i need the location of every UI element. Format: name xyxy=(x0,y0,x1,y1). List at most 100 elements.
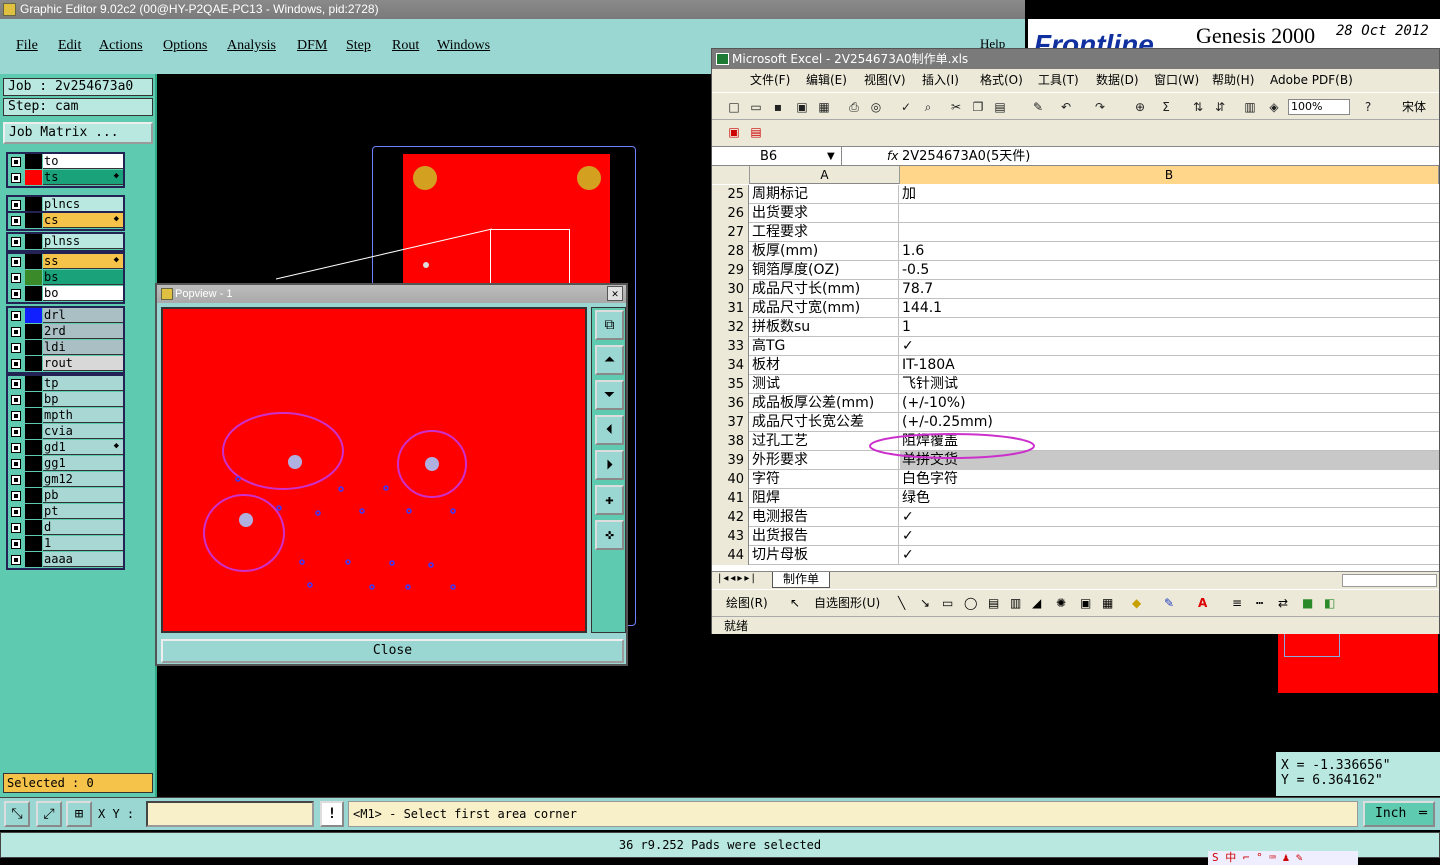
layer-color-swatch[interactable] xyxy=(25,472,42,487)
save-icon[interactable]: ▪ xyxy=(770,99,786,115)
diagram-icon[interactable]: ✺ xyxy=(1056,590,1066,616)
zoom-in-icon[interactable]: ✚ xyxy=(595,485,624,515)
units-select[interactable]: Inch ═ xyxy=(1363,801,1435,827)
layer-checkbox[interactable] xyxy=(11,475,21,485)
pan-up-icon[interactable]: ⏶ xyxy=(595,345,624,375)
layer-checkbox[interactable] xyxy=(11,507,21,517)
layer-color-swatch[interactable] xyxy=(25,552,42,567)
cell-a[interactable]: 铜箔厚度(OZ) xyxy=(750,261,899,280)
select-objects-icon[interactable]: ↖ xyxy=(790,590,800,616)
name-box[interactable]: B6 xyxy=(712,147,842,166)
layer-checkbox[interactable] xyxy=(11,379,21,389)
cell-b[interactable]: (+/-10%) xyxy=(900,394,1439,413)
cell-b[interactable] xyxy=(900,223,1439,242)
row-header[interactable]: 29 xyxy=(712,261,749,280)
layer-name[interactable]: 2rd xyxy=(43,324,123,339)
layer-row[interactable]: gm12 xyxy=(8,472,123,488)
print-icon[interactable]: ⎙ xyxy=(846,99,862,115)
cell-a[interactable]: 板材 xyxy=(750,356,899,375)
layer-name[interactable]: pb xyxy=(43,488,123,503)
layer-name[interactable]: gg1 xyxy=(43,456,123,471)
layer-checkbox[interactable] xyxy=(11,555,21,565)
layer-checkbox[interactable] xyxy=(11,491,21,501)
zoom-out-icon[interactable]: ✜ xyxy=(595,520,624,550)
excel-menu-item[interactable]: 插入(I) xyxy=(922,69,959,91)
layer-color-swatch[interactable] xyxy=(25,456,42,471)
row-header[interactable]: 27 xyxy=(712,223,749,242)
excel-menu-item[interactable]: 文件(F) xyxy=(750,69,790,91)
row-header[interactable]: 34 xyxy=(712,356,749,375)
arrow-icon[interactable]: ↘ xyxy=(920,590,930,616)
layer-row[interactable]: 1 xyxy=(8,536,123,552)
alert-icon[interactable]: ! xyxy=(320,801,344,827)
cell-a[interactable]: 工程要求 xyxy=(750,223,899,242)
layer-name[interactable]: gm12 xyxy=(43,472,123,487)
spelling-icon[interactable]: ✓ xyxy=(898,99,914,115)
excel-titlebar[interactable]: Microsoft Excel - 2V254673A0制作单.xls xyxy=(712,49,1439,69)
namebox-dropdown-icon[interactable]: ▼ xyxy=(827,147,835,166)
vertical-textbox-icon[interactable]: ▥ xyxy=(1010,590,1021,616)
layer-color-swatch[interactable] xyxy=(25,254,42,269)
cell-b[interactable]: ✓ xyxy=(900,337,1439,356)
layer-color-swatch[interactable] xyxy=(25,424,42,439)
row-header[interactable]: 39 xyxy=(712,451,749,470)
undo-icon[interactable]: ↶ xyxy=(1058,99,1074,115)
cell-b[interactable]: 绿色 xyxy=(900,489,1439,508)
cell-a[interactable]: 测试 xyxy=(750,375,899,394)
zoom-area-icon[interactable]: ⤡ xyxy=(4,801,30,827)
popview-titlebar[interactable]: Popview - 1 xyxy=(157,285,626,303)
cell-b[interactable]: IT-180A xyxy=(900,356,1439,375)
layer-name[interactable]: ts xyxy=(43,170,123,185)
print-preview-icon[interactable]: ◎ xyxy=(868,99,884,115)
row-header[interactable]: 26 xyxy=(712,204,749,223)
layer-color-swatch[interactable] xyxy=(25,488,42,503)
layer-checkbox[interactable] xyxy=(11,200,21,210)
fill-color-icon[interactable]: ◆ xyxy=(1132,590,1141,616)
menu-edit[interactable]: Edit xyxy=(58,38,81,54)
rectangle-icon[interactable]: ▭ xyxy=(942,590,953,616)
layer-checkbox[interactable] xyxy=(11,289,21,299)
cell-b[interactable]: 1 xyxy=(900,318,1439,337)
layer-row[interactable]: d xyxy=(8,520,123,536)
layer-name[interactable]: cs xyxy=(43,213,123,228)
cell-a[interactable]: 周期标记 xyxy=(750,185,899,204)
arrow-style-icon[interactable]: ⇄ xyxy=(1278,590,1288,616)
dash-style-icon[interactable]: ┅ xyxy=(1256,590,1263,616)
layer-row[interactable]: to xyxy=(8,154,123,170)
layer-name[interactable]: mpth xyxy=(43,408,123,423)
layer-checkbox[interactable] xyxy=(11,459,21,469)
clipart-icon[interactable]: ▣ xyxy=(1080,590,1091,616)
row-header[interactable]: 40 xyxy=(712,470,749,489)
sheet-nav-icons[interactable]: |◂◂▸▸| xyxy=(718,573,757,584)
row-header[interactable]: 31 xyxy=(712,299,749,318)
cell-b[interactable]: 1.6 xyxy=(900,242,1439,261)
layer-checkbox[interactable] xyxy=(11,427,21,437)
row-header[interactable]: 37 xyxy=(712,413,749,432)
layer-color-swatch[interactable] xyxy=(25,197,42,212)
new-file-icon[interactable]: □ xyxy=(726,99,742,115)
layer-row[interactable]: drl xyxy=(8,308,123,324)
row-header[interactable]: 30 xyxy=(712,280,749,299)
layer-checkbox[interactable] xyxy=(11,539,21,549)
layer-row[interactable]: plnss xyxy=(8,234,123,250)
format-painter-icon[interactable]: ✎ xyxy=(1030,99,1046,115)
excel-menu-item[interactable]: 工具(T) xyxy=(1038,69,1079,91)
convert-pdf-icon[interactable]: ▣ xyxy=(726,124,742,140)
layer-name[interactable]: d xyxy=(43,520,123,535)
layer-color-swatch[interactable] xyxy=(25,376,42,391)
pdf-email-icon[interactable]: ▤ xyxy=(748,124,764,140)
cell-b[interactable]: ✓ xyxy=(900,527,1439,546)
layer-checkbox[interactable] xyxy=(11,216,21,226)
cell-a[interactable]: 拼板数su xyxy=(750,318,899,337)
sheet-tab[interactable]: 制作单 xyxy=(772,572,831,588)
pan-down-icon[interactable]: ⏷ xyxy=(595,380,624,410)
row-header[interactable]: 38 xyxy=(712,432,749,451)
layer-color-swatch[interactable] xyxy=(25,340,42,355)
font-color-icon[interactable]: A xyxy=(1198,590,1207,616)
cell-b[interactable]: 白色字符 xyxy=(900,470,1439,489)
layer-row[interactable]: bs xyxy=(8,270,123,286)
cell-b[interactable]: -0.5 xyxy=(900,261,1439,280)
column-header-b[interactable]: B xyxy=(900,166,1439,184)
menu-analysis[interactable]: Analysis xyxy=(227,38,276,54)
cell-a[interactable]: 成品尺寸宽(mm) xyxy=(750,299,899,318)
